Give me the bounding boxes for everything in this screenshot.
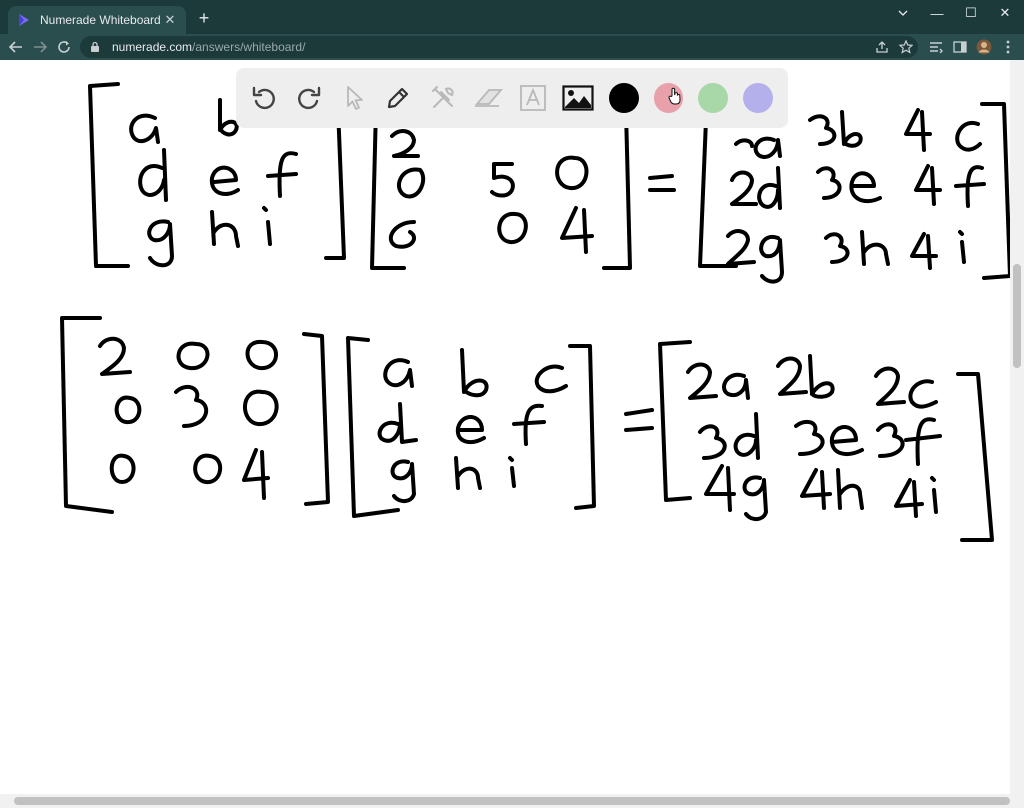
lock-icon bbox=[90, 41, 102, 53]
share-icon[interactable] bbox=[874, 39, 890, 55]
vertical-scroll-thumb[interactable] bbox=[1013, 264, 1021, 368]
pen-icon[interactable] bbox=[382, 82, 414, 114]
maximize-button[interactable]: ☐ bbox=[954, 0, 988, 26]
vertical-scrollbar[interactable] bbox=[1010, 60, 1024, 794]
numerade-logo-icon bbox=[16, 12, 32, 28]
address-bar[interactable]: numerade.com /answers/whiteboard/ bbox=[80, 36, 918, 58]
drawing-toolbar bbox=[236, 68, 788, 128]
forward-icon[interactable] bbox=[30, 37, 50, 57]
select-icon[interactable] bbox=[338, 82, 370, 114]
color-swatch-green[interactable] bbox=[698, 83, 729, 113]
color-swatch-pink[interactable] bbox=[653, 83, 684, 113]
reload-icon[interactable] bbox=[54, 37, 74, 57]
color-swatch-purple[interactable] bbox=[743, 83, 773, 113]
whiteboard-canvas[interactable] bbox=[0, 60, 1010, 794]
color-swatch-black[interactable] bbox=[608, 83, 639, 113]
handwritten-ink bbox=[60, 82, 1010, 542]
url-path: /answers/whiteboard/ bbox=[192, 40, 306, 54]
undo-icon[interactable] bbox=[248, 82, 280, 114]
tab-title: Numerade Whiteboard bbox=[40, 13, 161, 27]
new-tab-button[interactable]: + bbox=[194, 8, 214, 28]
image-icon[interactable] bbox=[562, 82, 594, 114]
redo-icon[interactable] bbox=[293, 82, 325, 114]
tab-numerade-whiteboard[interactable]: Numerade Whiteboard ✕ bbox=[8, 6, 186, 34]
tab-strip: Numerade Whiteboard ✕ + — ☐ ✕ bbox=[0, 0, 1024, 34]
horizontal-scroll-thumb[interactable] bbox=[14, 797, 1010, 805]
reading-list-icon[interactable] bbox=[928, 39, 944, 55]
minimize-button[interactable]: — bbox=[920, 0, 954, 26]
tab-close-icon[interactable]: ✕ bbox=[162, 12, 178, 28]
back-icon[interactable] bbox=[6, 37, 26, 57]
eraser-icon[interactable] bbox=[472, 82, 504, 114]
horizontal-scrollbar[interactable] bbox=[0, 794, 1024, 808]
text-icon[interactable] bbox=[517, 82, 549, 114]
url-host: numerade.com bbox=[112, 40, 193, 54]
close-window-button[interactable]: ✕ bbox=[988, 0, 1022, 26]
side-panel-icon[interactable] bbox=[952, 39, 968, 55]
more-menu-icon[interactable] bbox=[1000, 39, 1016, 55]
browser-toolbar: numerade.com /answers/whiteboard/ bbox=[0, 34, 1024, 60]
tools-icon[interactable] bbox=[427, 82, 459, 114]
hand-cursor-icon bbox=[668, 87, 681, 105]
profile-avatar-icon[interactable] bbox=[976, 39, 992, 55]
chevron-down-icon[interactable] bbox=[886, 0, 920, 26]
bookmark-star-icon[interactable] bbox=[898, 39, 914, 55]
